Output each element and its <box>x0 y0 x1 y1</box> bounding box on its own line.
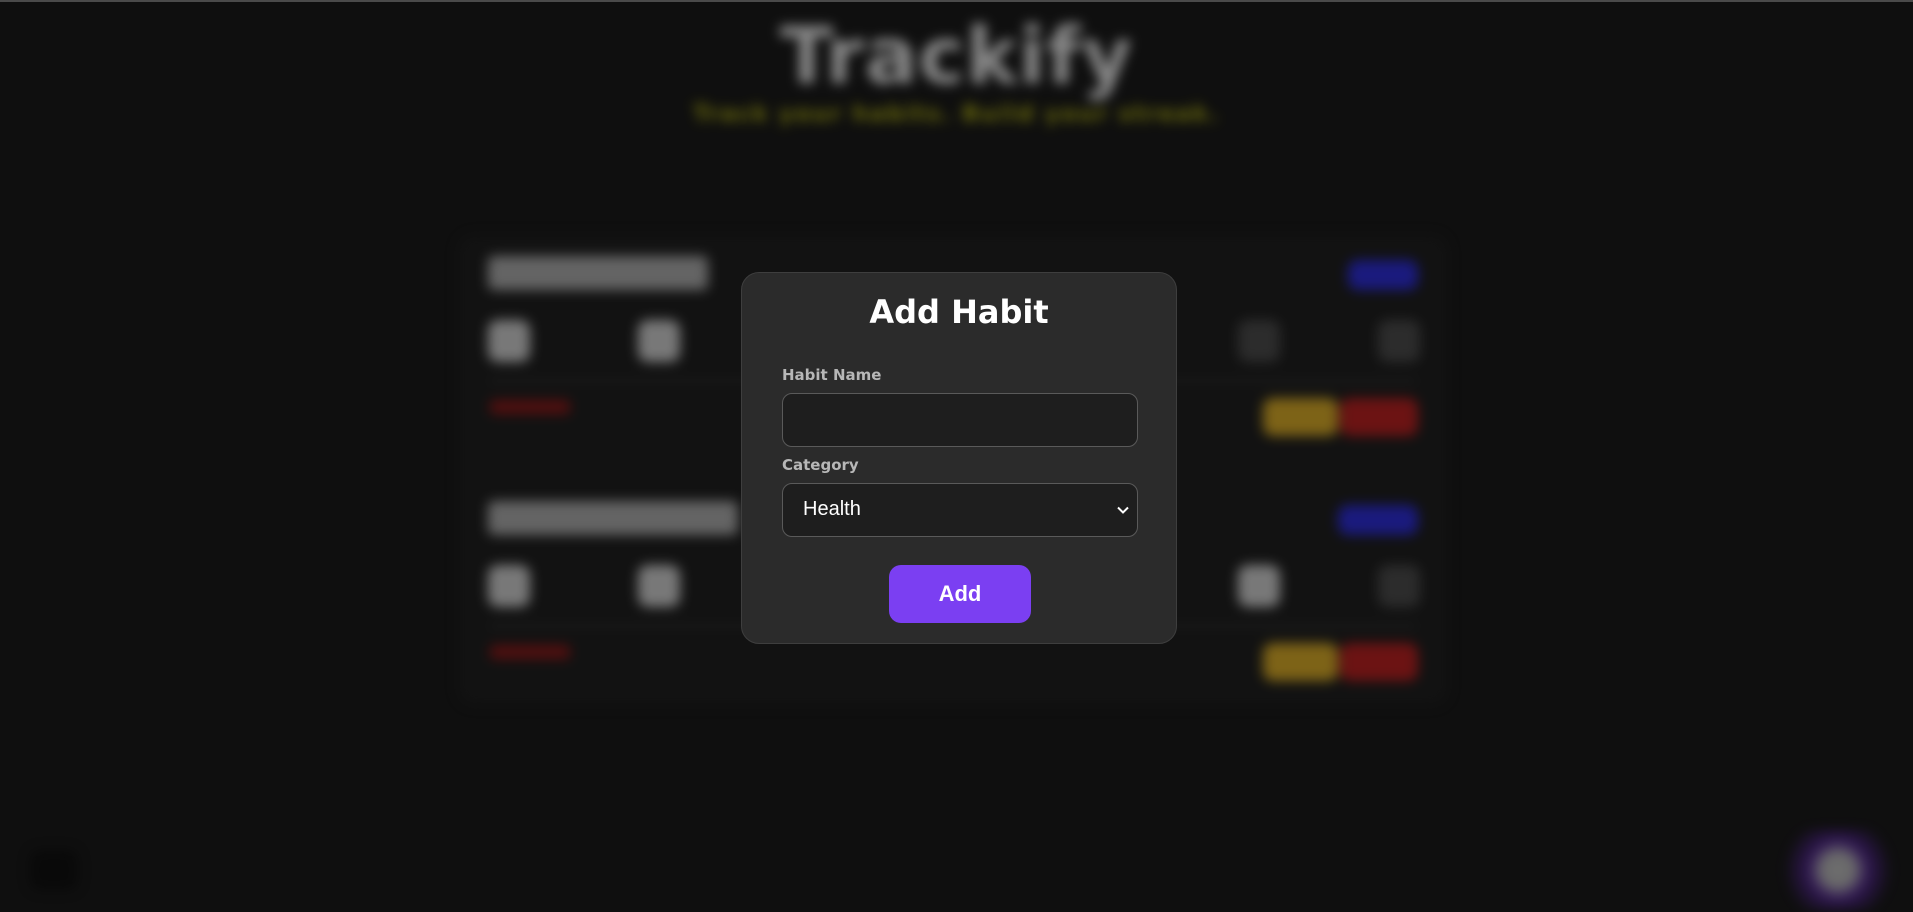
chevron-down-icon <box>1117 506 1129 514</box>
habit-card-title <box>488 256 708 290</box>
day-checkbox <box>1378 320 1420 362</box>
add-button[interactable]: Add <box>889 565 1031 623</box>
day-checkbox <box>488 565 530 607</box>
category-badge <box>1348 260 1418 290</box>
day-checkbox <box>488 320 530 362</box>
streak-text <box>490 400 570 414</box>
habit-name-input[interactable] <box>782 393 1138 447</box>
edit-button <box>1263 643 1338 681</box>
app-title: Trackify <box>779 12 1134 102</box>
delete-button <box>1340 643 1418 681</box>
category-select[interactable]: Health <box>782 483 1138 537</box>
day-checkbox <box>638 565 680 607</box>
day-checkbox <box>1238 320 1280 362</box>
day-checkbox <box>1378 565 1420 607</box>
category-selected-value: Health <box>803 498 861 520</box>
habit-name-label: Habit Name <box>782 366 882 384</box>
app-subtitle: Track your habits. Build your streak. <box>693 102 1220 127</box>
add-habit-modal: Add Habit Habit Name Category Health Add <box>741 272 1177 644</box>
category-badge <box>1338 505 1418 535</box>
edit-button <box>1263 398 1338 436</box>
day-checkbox <box>1238 565 1280 607</box>
theme-toggle <box>30 850 78 890</box>
streak-text <box>490 645 570 659</box>
floating-add-button <box>1778 830 1898 910</box>
habit-card-title <box>488 501 738 535</box>
category-label: Category <box>782 456 859 474</box>
day-checkbox <box>638 320 680 362</box>
modal-title: Add Habit <box>869 293 1049 331</box>
delete-button <box>1340 398 1418 436</box>
